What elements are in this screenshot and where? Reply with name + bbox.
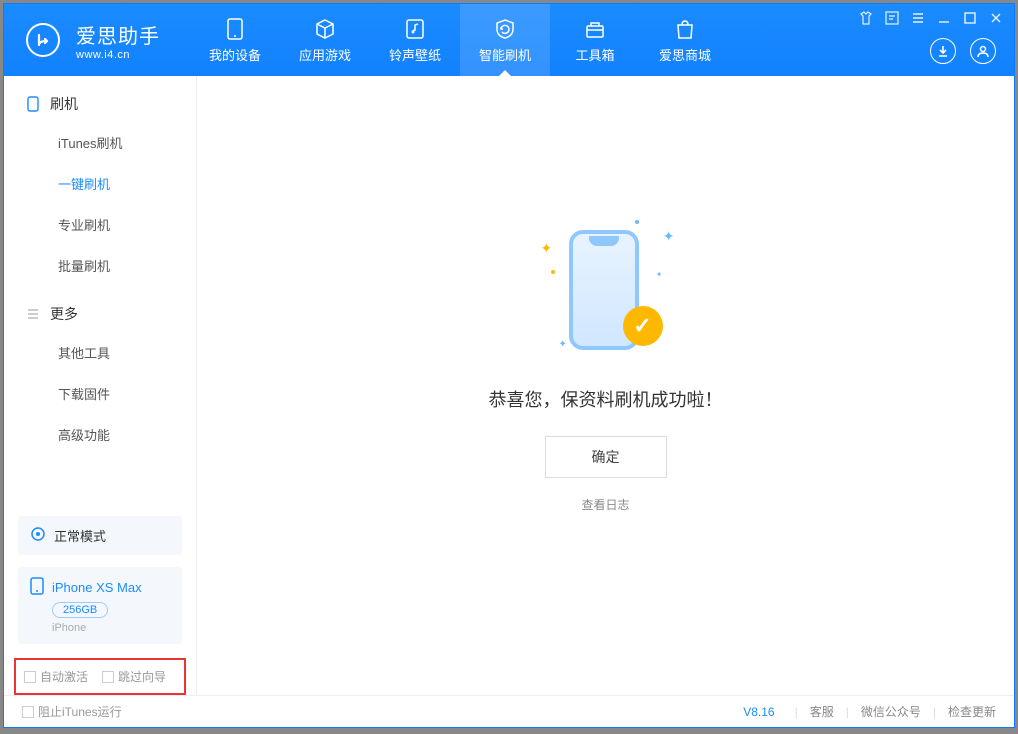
device-small-icon [26, 97, 40, 111]
nav-smart-flash[interactable]: 智能刷机 [460, 4, 550, 76]
nav-label: 我的设备 [209, 45, 261, 64]
bottom-checks-highlight: 自动激活 跳过向导 [14, 658, 186, 695]
logo-icon [26, 23, 60, 57]
music-note-icon [403, 17, 427, 41]
footer-left: 阻止iTunes运行 [22, 703, 122, 720]
nav-label: 智能刷机 [479, 45, 531, 64]
sparkle-icon: ✦ [656, 270, 663, 279]
app-subtitle: www.i4.cn [76, 49, 160, 61]
version-label: V8.16 [743, 705, 774, 719]
sidebar-group-more: 更多 [4, 286, 196, 332]
minimize-button[interactable] [936, 10, 952, 26]
logo-block: 爱思助手 www.i4.cn [4, 20, 182, 61]
sidebar-item-batch-flash[interactable]: 批量刷机 [4, 245, 196, 286]
sparkle-icon: ✦ [541, 240, 553, 257]
maximize-button[interactable] [962, 10, 978, 26]
check-update-link[interactable]: 检查更新 [948, 703, 996, 720]
footer-right: V8.16 | 客服 | 微信公众号 | 检查更新 [743, 703, 996, 720]
nav-apps-games[interactable]: 应用游戏 [280, 4, 370, 76]
group-title: 刷机 [50, 94, 78, 114]
refresh-shield-icon [493, 17, 517, 41]
dot-icon [635, 220, 639, 224]
download-button[interactable] [930, 38, 956, 64]
main-content: ✦ ✦ ✦ ✦ ✓ 恭喜您，保资料刷机成功啦！ 确定 查看日志 [197, 76, 1014, 695]
nav-label: 工具箱 [575, 45, 614, 64]
success-illustration: ✦ ✦ ✦ ✦ ✓ [531, 218, 681, 368]
app-title: 爱思助手 [76, 20, 160, 49]
app-window: 爱思助手 www.i4.cn 我的设备 应用游戏 铃声壁纸 智能刷机 [3, 3, 1015, 728]
phone-icon [223, 17, 247, 41]
sidebar-item-other-tools[interactable]: 其他工具 [4, 332, 196, 373]
footer: 阻止iTunes运行 V8.16 | 客服 | 微信公众号 | 检查更新 [4, 695, 1014, 727]
user-button[interactable] [970, 38, 996, 64]
nav-toolbox[interactable]: 工具箱 [550, 4, 640, 76]
body: 刷机 iTunes刷机 一键刷机 专业刷机 批量刷机 更多 其他工具 下载固件 … [4, 76, 1014, 695]
nav-bar: 我的设备 应用游戏 铃声壁纸 智能刷机 工具箱 爱思商城 [190, 4, 730, 76]
sidebar-item-advanced[interactable]: 高级功能 [4, 414, 196, 455]
nav-label: 爱思商城 [659, 45, 711, 64]
nav-label: 应用游戏 [299, 45, 351, 64]
dot-icon [551, 270, 555, 274]
nav-ringtones-wallpapers[interactable]: 铃声壁纸 [370, 4, 460, 76]
device-card[interactable]: iPhone XS Max 256GB iPhone [18, 567, 182, 644]
sidebar-group-flash: 刷机 [4, 76, 196, 122]
device-icon [30, 577, 44, 598]
menu-icon[interactable] [910, 10, 926, 26]
device-name: iPhone XS Max [52, 580, 142, 595]
sidebar-item-pro-flash[interactable]: 专业刷机 [4, 204, 196, 245]
list-icon [26, 307, 40, 321]
check-auto-activate[interactable]: 自动激活 [24, 668, 88, 685]
close-button[interactable] [988, 10, 1004, 26]
mode-dot-icon [30, 526, 46, 545]
success-message: 恭喜您，保资料刷机成功啦！ [489, 386, 723, 412]
check-skip-guide[interactable]: 跳过向导 [102, 668, 166, 685]
mode-label: 正常模式 [54, 526, 106, 545]
nav-label: 铃声壁纸 [389, 45, 441, 64]
confirm-button[interactable]: 确定 [545, 436, 667, 478]
nav-store[interactable]: 爱思商城 [640, 4, 730, 76]
nav-my-device[interactable]: 我的设备 [190, 4, 280, 76]
tshirt-icon[interactable] [858, 10, 874, 26]
toolbox-icon [583, 17, 607, 41]
check-badge-icon: ✓ [623, 306, 663, 346]
sparkle-icon: ✦ [663, 228, 675, 245]
view-log-link[interactable]: 查看日志 [581, 496, 629, 513]
device-type: iPhone [52, 622, 170, 634]
feedback-icon[interactable] [884, 10, 900, 26]
check-stop-itunes[interactable]: 阻止iTunes运行 [22, 703, 122, 720]
window-controls [858, 10, 1004, 26]
bag-icon [673, 17, 697, 41]
sidebar-item-oneclick-flash[interactable]: 一键刷机 [4, 163, 196, 204]
wechat-link[interactable]: 微信公众号 [861, 703, 921, 720]
cube-icon [313, 17, 337, 41]
header-actions [930, 38, 996, 64]
group-title: 更多 [50, 304, 78, 324]
header: 爱思助手 www.i4.cn 我的设备 应用游戏 铃声壁纸 智能刷机 [4, 4, 1014, 76]
sidebar: 刷机 iTunes刷机 一键刷机 专业刷机 批量刷机 更多 其他工具 下载固件 … [4, 76, 197, 695]
device-storage: 256GB [52, 602, 108, 618]
customer-service-link[interactable]: 客服 [810, 703, 834, 720]
sparkle-icon: ✦ [559, 339, 567, 350]
sidebar-item-itunes-flash[interactable]: iTunes刷机 [4, 122, 196, 163]
sidebar-item-download-firmware[interactable]: 下载固件 [4, 373, 196, 414]
device-mode-badge[interactable]: 正常模式 [18, 516, 182, 555]
